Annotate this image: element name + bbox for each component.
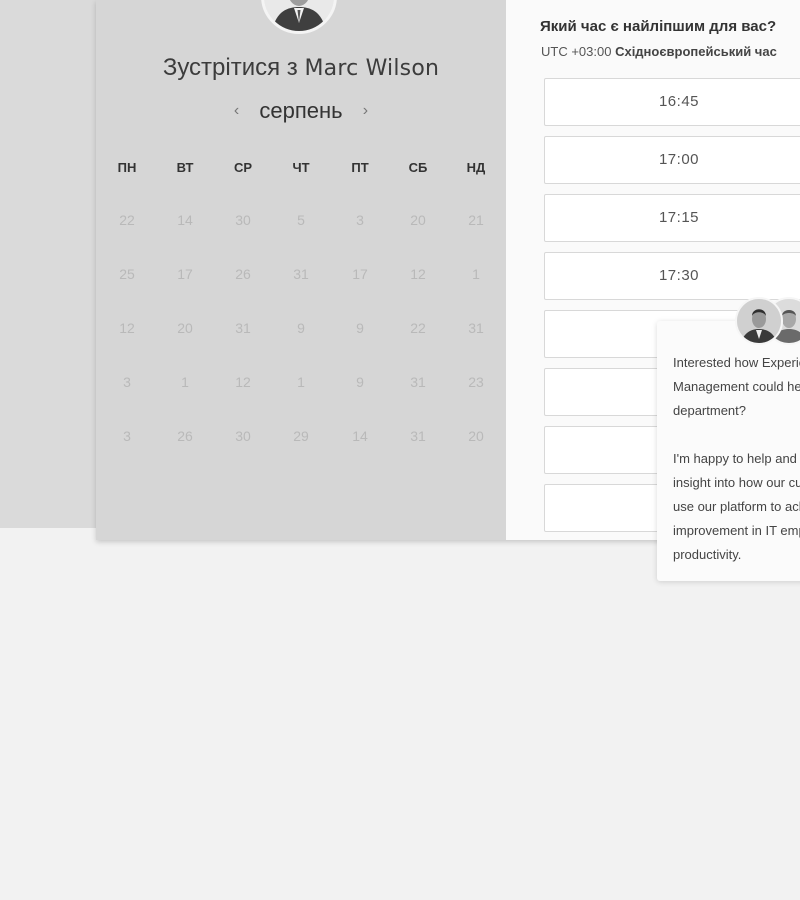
calendar-day: 1 bbox=[472, 266, 480, 282]
calendar-day: 9 bbox=[356, 374, 364, 390]
left-backdrop bbox=[0, 0, 96, 528]
chat-line: improvement in IT employee bbox=[673, 523, 800, 538]
calendar-day: 30 bbox=[235, 212, 251, 228]
weekday-label: ВТ bbox=[176, 160, 194, 175]
month-label: серпень bbox=[259, 98, 343, 123]
calendar-day: 31 bbox=[410, 374, 426, 390]
calendar-day: 12 bbox=[235, 374, 251, 390]
calendar-day: 9 bbox=[356, 320, 364, 336]
calendar-day: 25 bbox=[119, 266, 135, 282]
calendar-day: 3 bbox=[123, 428, 131, 444]
calendar-day: 31 bbox=[468, 320, 484, 336]
time-slot-button[interactable]: 17:30 bbox=[544, 252, 800, 300]
calendar-day: 17 bbox=[352, 266, 368, 282]
calendar-day: 12 bbox=[410, 266, 426, 282]
meeting-title: Зустрітися з Marc Wilson bbox=[96, 54, 506, 82]
host-name: Marc Wilson bbox=[304, 56, 440, 81]
calendar-day: 21 bbox=[468, 212, 484, 228]
chat-message: Interested how Experience Management cou… bbox=[673, 351, 800, 567]
time-slot-button[interactable]: 16:45 bbox=[544, 78, 800, 126]
calendar-day: 22 bbox=[410, 320, 426, 336]
calendar-day: 23 bbox=[468, 374, 484, 390]
timezone-label: UTC +03:00 Східноєвропейський час bbox=[541, 44, 777, 59]
chat-line: Management could help your bbox=[673, 379, 800, 394]
weekday-label: ПН bbox=[117, 160, 137, 175]
timezone-offset: UTC +03:00 bbox=[541, 44, 612, 59]
weekday-label: СБ bbox=[408, 160, 428, 175]
calendar-day: 22 bbox=[119, 212, 135, 228]
chat-agent-avatars bbox=[735, 297, 800, 347]
calendar-day: 29 bbox=[293, 428, 309, 444]
calendar-day: 12 bbox=[119, 320, 135, 336]
chat-line: department? bbox=[673, 403, 746, 418]
calendar-day: 14 bbox=[177, 212, 193, 228]
calendar-day: 31 bbox=[410, 428, 426, 444]
calendar-day: 31 bbox=[293, 266, 309, 282]
time-question: Який час є найліпшим для вас? bbox=[540, 18, 777, 35]
chat-line: insight into how our customers bbox=[673, 475, 800, 490]
calendar-day: 20 bbox=[177, 320, 193, 336]
weekday-label: СР bbox=[233, 160, 253, 175]
weekday-label: ЧТ bbox=[292, 160, 310, 175]
chevron-right-icon[interactable]: › bbox=[363, 102, 368, 120]
calendar-day: 9 bbox=[297, 320, 305, 336]
chat-line: use our platform to achieve bbox=[673, 499, 800, 514]
weekday-label: ПТ bbox=[351, 160, 369, 175]
meeting-title-prefix: Зустрітися з bbox=[162, 54, 298, 81]
calendar-day: 20 bbox=[468, 428, 484, 444]
calendar-day: 5 bbox=[297, 212, 305, 228]
calendar-day: 3 bbox=[356, 212, 364, 228]
calendar-day: 26 bbox=[235, 266, 251, 282]
calendar-day: 31 bbox=[235, 320, 251, 336]
time-slot-button[interactable]: 17:15 bbox=[544, 194, 800, 242]
agent-avatar bbox=[735, 297, 783, 345]
weekday-label: НД bbox=[466, 160, 486, 175]
calendar-day: 14 bbox=[352, 428, 368, 444]
timezone-name: Східноєвропейський час bbox=[615, 44, 777, 59]
calendar-day: 17 bbox=[177, 266, 193, 282]
weekday-header: ПН ВТ СР ЧТ ПТ СБ НД bbox=[96, 160, 506, 180]
chat-popup[interactable]: Interested how Experience Management cou… bbox=[657, 321, 800, 581]
calendar-day: 3 bbox=[123, 374, 131, 390]
calendar-day: 1 bbox=[297, 374, 305, 390]
chat-line: productivity. bbox=[673, 547, 742, 562]
calendar-day: 20 bbox=[410, 212, 426, 228]
chat-line: I'm happy to help and share bbox=[673, 451, 800, 466]
month-navigation: ‹ серпень › bbox=[96, 98, 506, 124]
host-avatar bbox=[261, 0, 337, 34]
chat-line: Interested how Experience bbox=[673, 355, 800, 370]
time-slot-button[interactable]: 17:00 bbox=[544, 136, 800, 184]
chevron-left-icon[interactable]: ‹ bbox=[234, 102, 239, 120]
calendar-panel: Зустрітися з Marc Wilson ‹ серпень › ПН … bbox=[96, 0, 506, 540]
calendar-day: 1 bbox=[181, 374, 189, 390]
calendar-day: 30 bbox=[235, 428, 251, 444]
calendar-day: 26 bbox=[177, 428, 193, 444]
